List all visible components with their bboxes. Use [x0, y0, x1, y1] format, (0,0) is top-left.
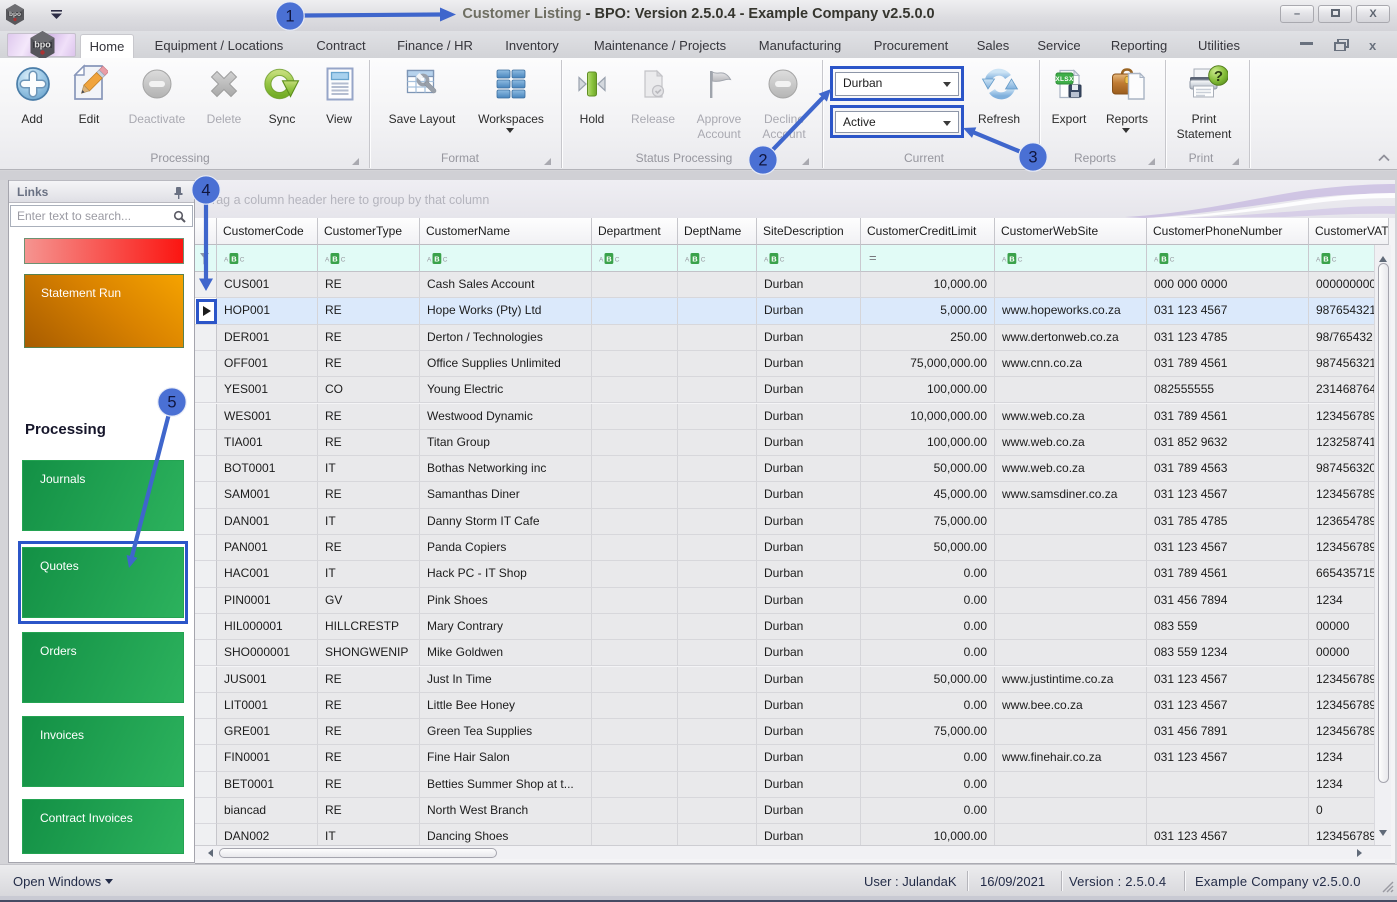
svg-text:A: A	[599, 257, 604, 264]
svg-text:A: A	[1316, 257, 1321, 264]
svg-text:A: A	[685, 257, 690, 264]
svg-text:B: B	[332, 255, 338, 264]
svg-text:B: B	[606, 255, 612, 264]
svg-text:A: A	[764, 257, 769, 264]
svg-text:C: C	[1332, 257, 1337, 264]
svg-text:C: C	[1170, 257, 1175, 264]
svg-text:B: B	[1323, 255, 1329, 264]
svg-text:C: C	[341, 257, 346, 264]
svg-text:C: C	[615, 257, 620, 264]
svg-text:C: C	[240, 257, 245, 264]
svg-text:A: A	[1154, 257, 1159, 264]
svg-text:?: ?	[1214, 68, 1223, 85]
svg-text:B: B	[771, 255, 777, 264]
svg-text:B: B	[1161, 255, 1167, 264]
svg-text:A: A	[427, 257, 432, 264]
svg-text:A: A	[325, 257, 330, 264]
svg-text:C: C	[701, 257, 706, 264]
svg-text:XLSX: XLSX	[1055, 76, 1074, 83]
svg-text:bpo: bpo	[9, 11, 21, 18]
svg-text:B: B	[692, 255, 698, 264]
svg-text:B: B	[1009, 255, 1015, 264]
svg-text:C: C	[1018, 257, 1023, 264]
svg-text:bpo: bpo	[34, 40, 51, 50]
svg-text:B: B	[434, 255, 440, 264]
svg-text:C: C	[443, 257, 448, 264]
svg-text:C: C	[780, 257, 785, 264]
svg-text:B: B	[231, 255, 237, 264]
svg-text:A: A	[224, 257, 229, 264]
svg-text:A: A	[1002, 257, 1007, 264]
